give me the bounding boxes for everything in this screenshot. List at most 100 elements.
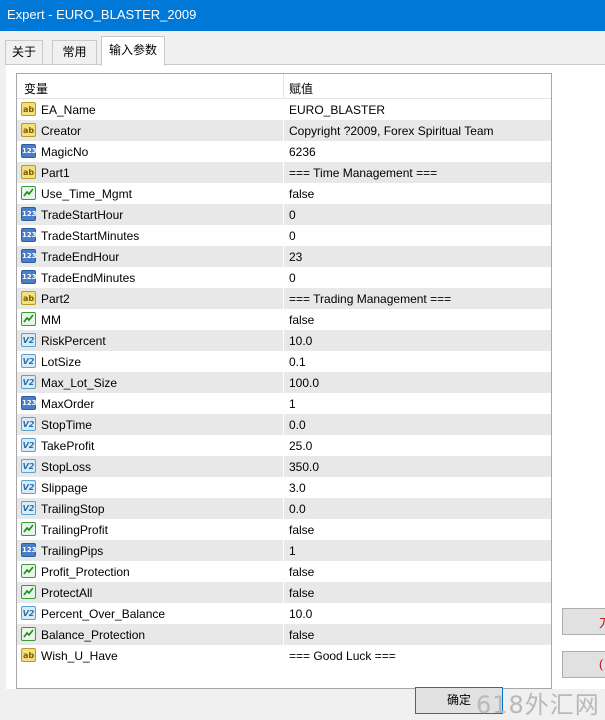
string-icon: ab bbox=[21, 102, 36, 116]
param-value[interactable]: === Time Management === bbox=[289, 166, 437, 180]
table-row[interactable]: V2 StopTime 0.0 bbox=[17, 414, 551, 435]
table-row[interactable]: TrailingProfit false bbox=[17, 519, 551, 540]
string-icon: ab bbox=[21, 291, 36, 305]
param-name: Part1 bbox=[41, 166, 70, 180]
param-name: Profit_Protection bbox=[41, 565, 130, 579]
param-value[interactable]: EURO_BLASTER bbox=[289, 103, 385, 117]
param-value[interactable]: false bbox=[289, 187, 314, 201]
integer-icon: 123 bbox=[21, 543, 37, 557]
tab-inputs-label: 输入参数 bbox=[108, 43, 157, 57]
param-value[interactable]: 350.0 bbox=[289, 460, 319, 474]
param-value[interactable]: false bbox=[289, 523, 314, 537]
integer-icon: 123 bbox=[21, 207, 37, 221]
param-value[interactable]: false bbox=[289, 313, 314, 327]
tab-inputs[interactable]: 输入参数 bbox=[101, 36, 165, 66]
param-value[interactable]: 0 bbox=[289, 208, 296, 222]
param-value[interactable]: Copyright ?2009, Forex Spiritual Team bbox=[289, 124, 494, 138]
table-row[interactable]: ab Wish_U_Have === Good Luck === bbox=[17, 645, 551, 666]
side-button-1-label: 刀 bbox=[599, 614, 605, 631]
param-value[interactable]: false bbox=[289, 565, 314, 579]
param-name: ProtectAll bbox=[41, 586, 93, 600]
table-row[interactable]: 123 TrailingPips 1 bbox=[17, 540, 551, 561]
table-row[interactable]: 123 TradeEndMinutes 0 bbox=[17, 267, 551, 288]
header-variable[interactable]: 变量 bbox=[24, 80, 48, 97]
param-value[interactable]: 0.1 bbox=[289, 355, 306, 369]
double-icon: V2 bbox=[21, 459, 36, 473]
table-row[interactable]: 123 TradeStartHour 0 bbox=[17, 204, 551, 225]
tab-common[interactable]: 常用 bbox=[52, 40, 97, 65]
column-divider bbox=[283, 162, 284, 183]
table-row[interactable]: 123 TradeStartMinutes 0 bbox=[17, 225, 551, 246]
param-value[interactable]: 10.0 bbox=[289, 607, 312, 621]
param-value[interactable]: 0 bbox=[289, 271, 296, 285]
param-name: LotSize bbox=[41, 355, 82, 369]
param-value[interactable]: === Good Luck === bbox=[289, 649, 396, 663]
param-name: TradeEndMinutes bbox=[41, 271, 136, 285]
title-bar: Expert - EURO_BLASTER_2009 bbox=[0, 0, 605, 31]
param-value[interactable]: 0.0 bbox=[289, 502, 306, 516]
header-value[interactable]: 赋值 bbox=[289, 80, 313, 97]
param-value[interactable]: 10.0 bbox=[289, 334, 312, 348]
table-row[interactable]: Use_Time_Mgmt false bbox=[17, 183, 551, 204]
param-value[interactable]: 25.0 bbox=[289, 439, 312, 453]
table-row[interactable]: MM false bbox=[17, 309, 551, 330]
integer-icon: 123 bbox=[21, 144, 37, 158]
side-button-1[interactable]: 刀 bbox=[562, 608, 605, 635]
param-value[interactable]: 100.0 bbox=[289, 376, 319, 390]
table-row[interactable]: V2 StopLoss 350.0 bbox=[17, 456, 551, 477]
param-value[interactable]: === Trading Management === bbox=[289, 292, 451, 306]
double-icon: V2 bbox=[21, 606, 36, 620]
param-name: Balance_Protection bbox=[41, 628, 146, 642]
table-row[interactable]: ab EA_Name EURO_BLASTER bbox=[17, 99, 551, 120]
param-value[interactable]: 6236 bbox=[289, 145, 316, 159]
param-name: MagicNo bbox=[41, 145, 89, 159]
table-row[interactable]: V2 TakeProfit 25.0 bbox=[17, 435, 551, 456]
table-row[interactable]: V2 TrailingStop 0.0 bbox=[17, 498, 551, 519]
table-row[interactable]: V2 Max_Lot_Size 100.0 bbox=[17, 372, 551, 393]
param-value[interactable]: 1 bbox=[289, 397, 296, 411]
param-value[interactable]: 0.0 bbox=[289, 418, 306, 432]
column-divider bbox=[283, 519, 284, 540]
column-divider bbox=[283, 498, 284, 519]
column-divider bbox=[283, 120, 284, 141]
column-divider bbox=[283, 225, 284, 246]
table-row[interactable]: ab Part2 === Trading Management === bbox=[17, 288, 551, 309]
column-divider bbox=[283, 414, 284, 435]
table-row[interactable]: Balance_Protection false bbox=[17, 624, 551, 645]
param-value[interactable]: 0 bbox=[289, 229, 296, 243]
table-row[interactable]: V2 LotSize 0.1 bbox=[17, 351, 551, 372]
param-name: StopTime bbox=[41, 418, 92, 432]
table-row[interactable]: 123 TradeEndHour 23 bbox=[17, 246, 551, 267]
side-button-2[interactable]: ( bbox=[562, 651, 605, 678]
table-row[interactable]: V2 Slippage 3.0 bbox=[17, 477, 551, 498]
string-icon: ab bbox=[21, 648, 36, 662]
double-icon: V2 bbox=[21, 480, 36, 494]
boolean-icon bbox=[21, 585, 36, 599]
param-value[interactable]: 3.0 bbox=[289, 481, 306, 495]
integer-icon: 123 bbox=[21, 228, 37, 242]
table-row[interactable]: 123 MaxOrder 1 bbox=[17, 393, 551, 414]
param-value[interactable]: 23 bbox=[289, 250, 302, 264]
table-row[interactable]: V2 Percent_Over_Balance 10.0 bbox=[17, 603, 551, 624]
tab-about[interactable]: 关于 bbox=[5, 40, 43, 65]
table-row[interactable]: ab Part1 === Time Management === bbox=[17, 162, 551, 183]
double-icon: V2 bbox=[21, 375, 36, 389]
column-divider bbox=[283, 540, 284, 561]
param-name: Part2 bbox=[41, 292, 70, 306]
double-icon: V2 bbox=[21, 501, 36, 515]
param-value[interactable]: false bbox=[289, 628, 314, 642]
table-row[interactable]: ab Creator Copyright ?2009, Forex Spiritua… bbox=[17, 120, 551, 141]
param-name: RiskPercent bbox=[41, 334, 106, 348]
table-row[interactable]: Profit_Protection false bbox=[17, 561, 551, 582]
table-header: 变量 赋值 bbox=[17, 74, 551, 99]
param-value[interactable]: false bbox=[289, 586, 314, 600]
table-row[interactable]: ProtectAll false bbox=[17, 582, 551, 603]
column-divider bbox=[283, 351, 284, 372]
table-row[interactable]: V2 RiskPercent 10.0 bbox=[17, 330, 551, 351]
param-value[interactable]: 1 bbox=[289, 544, 296, 558]
table-row[interactable]: 123 MagicNo 6236 bbox=[17, 141, 551, 162]
header-divider[interactable] bbox=[283, 74, 284, 98]
column-divider bbox=[283, 246, 284, 267]
boolean-icon bbox=[21, 312, 36, 326]
column-divider bbox=[283, 624, 284, 645]
